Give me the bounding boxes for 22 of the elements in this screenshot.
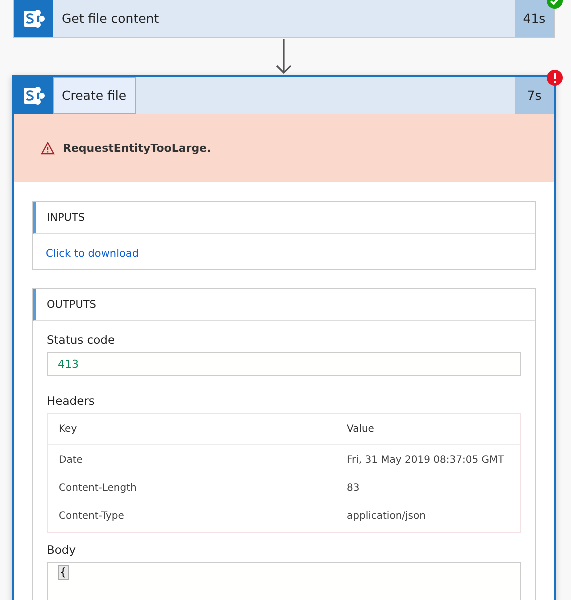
duration-label: 41s [515, 0, 554, 37]
field-label: Body [47, 543, 78, 557]
arrow-icon [276, 39, 292, 75]
duration-label: 7s [515, 77, 554, 114]
action-title[interactable]: Create file [53, 77, 136, 114]
section-heading: INPUTS [47, 212, 86, 224]
table-cell-text: application/json [347, 510, 427, 522]
warning-icon [41, 142, 55, 154]
table-cell-text: 83 [347, 482, 361, 494]
field-label: Status code [47, 333, 116, 347]
table-cell-text: Fri, 31 May 2019 08:37:05 GMT [347, 454, 506, 466]
status-code-field: 413 [47, 352, 521, 376]
download-link[interactable]: Click to download [46, 248, 140, 260]
action-title[interactable]: Get file content [53, 0, 168, 37]
column-header: Value [347, 424, 376, 434]
section-heading: OUTPUTS [47, 298, 96, 310]
table-cell-text: Date [59, 454, 84, 466]
table-cell-text: Content-Type [59, 510, 126, 522]
column-header: Key [59, 424, 78, 434]
error-message: RequestEntityTooLarge. [63, 142, 212, 154]
table-cell-text: Content-Length [59, 482, 138, 494]
field-label: Headers [47, 394, 96, 408]
